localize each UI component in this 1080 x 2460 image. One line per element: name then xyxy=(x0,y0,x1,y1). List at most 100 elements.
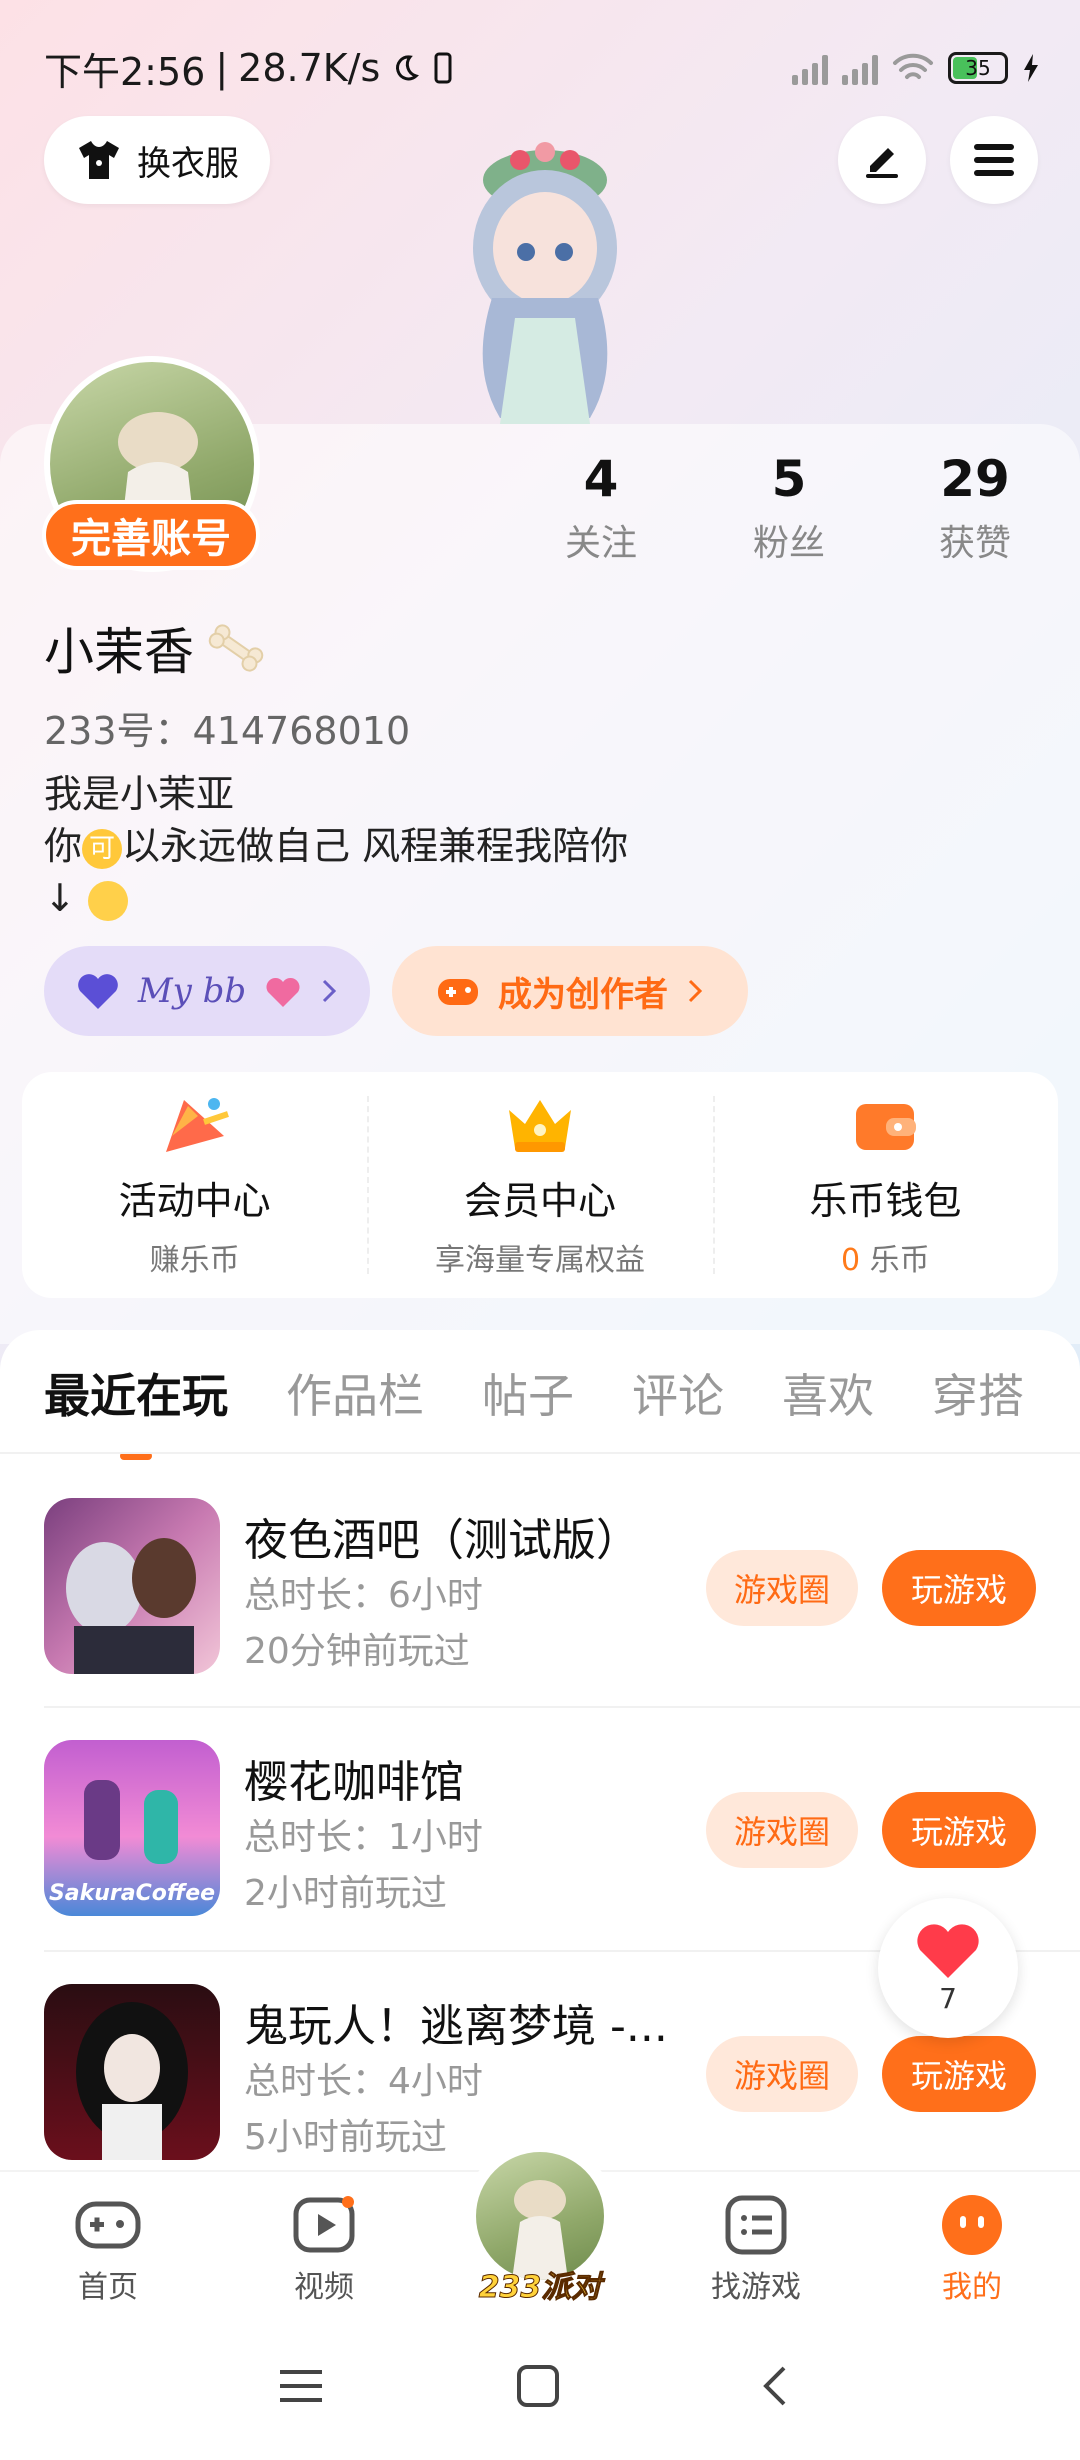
game-last-played: 2小时前玩过 xyxy=(244,1873,447,1914)
game-duration: 总时长：4小时 xyxy=(244,2061,483,2102)
vibrate-icon xyxy=(434,52,452,84)
party-popper-icon xyxy=(165,1097,229,1152)
menu-button[interactable] xyxy=(950,116,1038,204)
tshirt-icon xyxy=(79,141,119,179)
divider xyxy=(0,1452,1080,1454)
member-center-sub: 享海量专属权益 xyxy=(434,1242,645,1278)
game-duration: 总时长：6小时 xyxy=(244,1575,483,1616)
activity-center-sub: 赚乐币 xyxy=(149,1242,240,1278)
menu-icon xyxy=(974,144,1014,176)
nav-video[interactable]: 视频 xyxy=(254,2194,394,2306)
coin-wallet[interactable]: 乐币钱包 0 乐币 xyxy=(712,1072,1058,1298)
nav-mine[interactable]: 我的 xyxy=(902,2194,1042,2306)
play-game-button[interactable]: 玩游戏 xyxy=(882,1550,1036,1626)
wallet-icon xyxy=(856,1103,917,1150)
game-last-played: 20分钟前玩过 xyxy=(244,1631,470,1672)
likes-label: 获赞 xyxy=(938,523,1011,564)
signal-icon xyxy=(842,51,878,85)
avatar-character[interactable] xyxy=(440,128,650,428)
list-icon xyxy=(725,2195,787,2255)
tab-comments[interactable]: 评论 xyxy=(632,1360,724,1426)
sakura-coffee-logo: SakuraCoffee xyxy=(49,1881,215,1906)
username-text: 小茉香 xyxy=(44,623,194,681)
crown-icon xyxy=(508,1099,571,1152)
tab-works[interactable]: 作品栏 xyxy=(286,1360,424,1426)
game-name: 夜色酒吧（测试版） xyxy=(244,1515,640,1566)
nav-find-games[interactable]: 找游戏 xyxy=(686,2194,826,2306)
pen-icon xyxy=(866,148,898,178)
tab-likes[interactable]: 喜欢 xyxy=(782,1360,874,1426)
game-duration: 总时长：1小时 xyxy=(244,1817,483,1858)
kiss-emoji-icon xyxy=(87,880,128,921)
coin-wallet-sub: 0 乐币 xyxy=(841,1242,930,1278)
game-circle-button[interactable]: 游戏圈 xyxy=(706,1550,858,1626)
tab-posts[interactable]: 帖子 xyxy=(482,1360,574,1426)
game-last-played: 5小时前玩过 xyxy=(244,2117,447,2158)
back-icon[interactable] xyxy=(760,2364,790,2408)
game-row[interactable]: 夜色酒吧（测试版） 总时长：6小时 20分钟前玩过 游戏圈 玩游戏 xyxy=(44,1498,1036,1676)
complete-account-badge[interactable]: 完善账号 xyxy=(42,500,260,570)
hearts-icon xyxy=(266,977,300,1007)
party-avatar xyxy=(476,2152,604,2280)
status-time: 下午2:56 xyxy=(44,49,206,94)
signal-icon xyxy=(792,51,828,85)
status-bar: 下午2:56 | 28.7K/s xyxy=(44,40,456,96)
game-thumbnail[interactable] xyxy=(44,1984,220,2160)
game-thumbnail[interactable]: SakuraCoffee xyxy=(44,1740,220,1916)
bio: 我是小茉亚 你可以永远做自己 风程兼程我陪你 ↓ xyxy=(44,768,944,924)
bio-line: 你可以永远做自己 风程兼程我陪你 xyxy=(44,824,629,869)
bio-line: ↓ xyxy=(44,872,944,924)
recent-apps-icon[interactable] xyxy=(278,2366,324,2406)
status-speed: 28.7K/s xyxy=(238,46,381,90)
following-stat[interactable]: 4 关注 xyxy=(516,450,686,566)
nav-find-games-label: 找游戏 xyxy=(711,2270,801,2305)
divider xyxy=(44,1706,1080,1708)
member-center[interactable]: 会员中心 享海量专属权益 xyxy=(367,1072,712,1298)
activity-center[interactable]: 活动中心 赚乐币 xyxy=(22,1072,367,1298)
user-id: 233号：414768010 xyxy=(44,709,411,753)
nav-video-label: 视频 xyxy=(294,2270,354,2305)
home-icon[interactable] xyxy=(516,2364,560,2408)
become-creator-button[interactable]: 成为创作者 xyxy=(392,946,748,1036)
change-outfit-button[interactable]: 换衣服 xyxy=(44,116,270,204)
nav-party-label: 233派对 xyxy=(478,2270,602,2306)
fans-stat[interactable]: 5 粉丝 xyxy=(704,450,874,566)
game-thumbnail[interactable] xyxy=(44,1498,220,1674)
chevron-right-icon xyxy=(323,979,337,1003)
coin-balance: 0 xyxy=(841,1242,861,1278)
game-name: 鬼玩人！逃离梦境 -... xyxy=(244,2001,668,2052)
activity-center-title: 活动中心 xyxy=(118,1178,271,1223)
nav-home[interactable]: 首页 xyxy=(38,2194,178,2306)
coin-wallet-title: 乐币钱包 xyxy=(809,1178,962,1223)
game-circle-button[interactable]: 游戏圈 xyxy=(706,1792,858,1868)
my-bb-label: My bb xyxy=(137,971,247,1011)
emoji-icon: 可 xyxy=(82,828,123,869)
heart-icon xyxy=(77,974,118,1009)
status-right: 35 xyxy=(792,44,1040,92)
battery-icon: 35 xyxy=(948,52,1008,84)
gamepad-icon xyxy=(438,979,478,1005)
feature-panel: 活动中心 赚乐币 会员中心 享海量专属权益 乐币钱包 0 乐币 xyxy=(22,1072,1058,1298)
likes-stat[interactable]: 29 获赞 xyxy=(890,450,1060,566)
tab-recently-played[interactable]: 最近在玩 xyxy=(44,1360,228,1460)
chevron-right-icon xyxy=(688,979,703,1003)
floating-like-button[interactable]: 7 xyxy=(878,1898,1018,2038)
profile-tabs: 最近在玩 作品栏 帖子 评论 喜欢 穿搭 xyxy=(44,1360,1024,1460)
play-game-button[interactable]: 玩游戏 xyxy=(882,1792,1036,1868)
smile-face-icon xyxy=(942,2195,1002,2255)
bio-line: 我是小茉亚 xyxy=(44,772,235,816)
nav-mine-label: 我的 xyxy=(942,2270,1002,2305)
game-name: 樱花咖啡馆 xyxy=(244,1757,464,1808)
fans-label: 粉丝 xyxy=(752,523,825,564)
my-bb-button[interactable]: My bb xyxy=(44,946,370,1036)
like-count: 7 xyxy=(939,1981,957,2015)
game-row[interactable]: SakuraCoffee 樱花咖啡馆 总时长：1小时 2小时前玩过 游戏圈 玩游… xyxy=(44,1740,1036,1918)
following-count: 4 xyxy=(583,450,619,508)
game-circle-button[interactable]: 游戏圈 xyxy=(706,2036,858,2112)
edit-button[interactable] xyxy=(838,116,926,204)
tab-outfits[interactable]: 穿搭 xyxy=(932,1360,1024,1426)
game-row[interactable]: 鬼玩人！逃离梦境 -... 总时长：4小时 5小时前玩过 游戏圈 玩游戏 xyxy=(44,1984,1036,2162)
become-creator-label: 成为创作者 xyxy=(498,974,668,1015)
play-game-button[interactable]: 玩游戏 xyxy=(882,2036,1036,2112)
fans-count: 5 xyxy=(771,450,807,508)
